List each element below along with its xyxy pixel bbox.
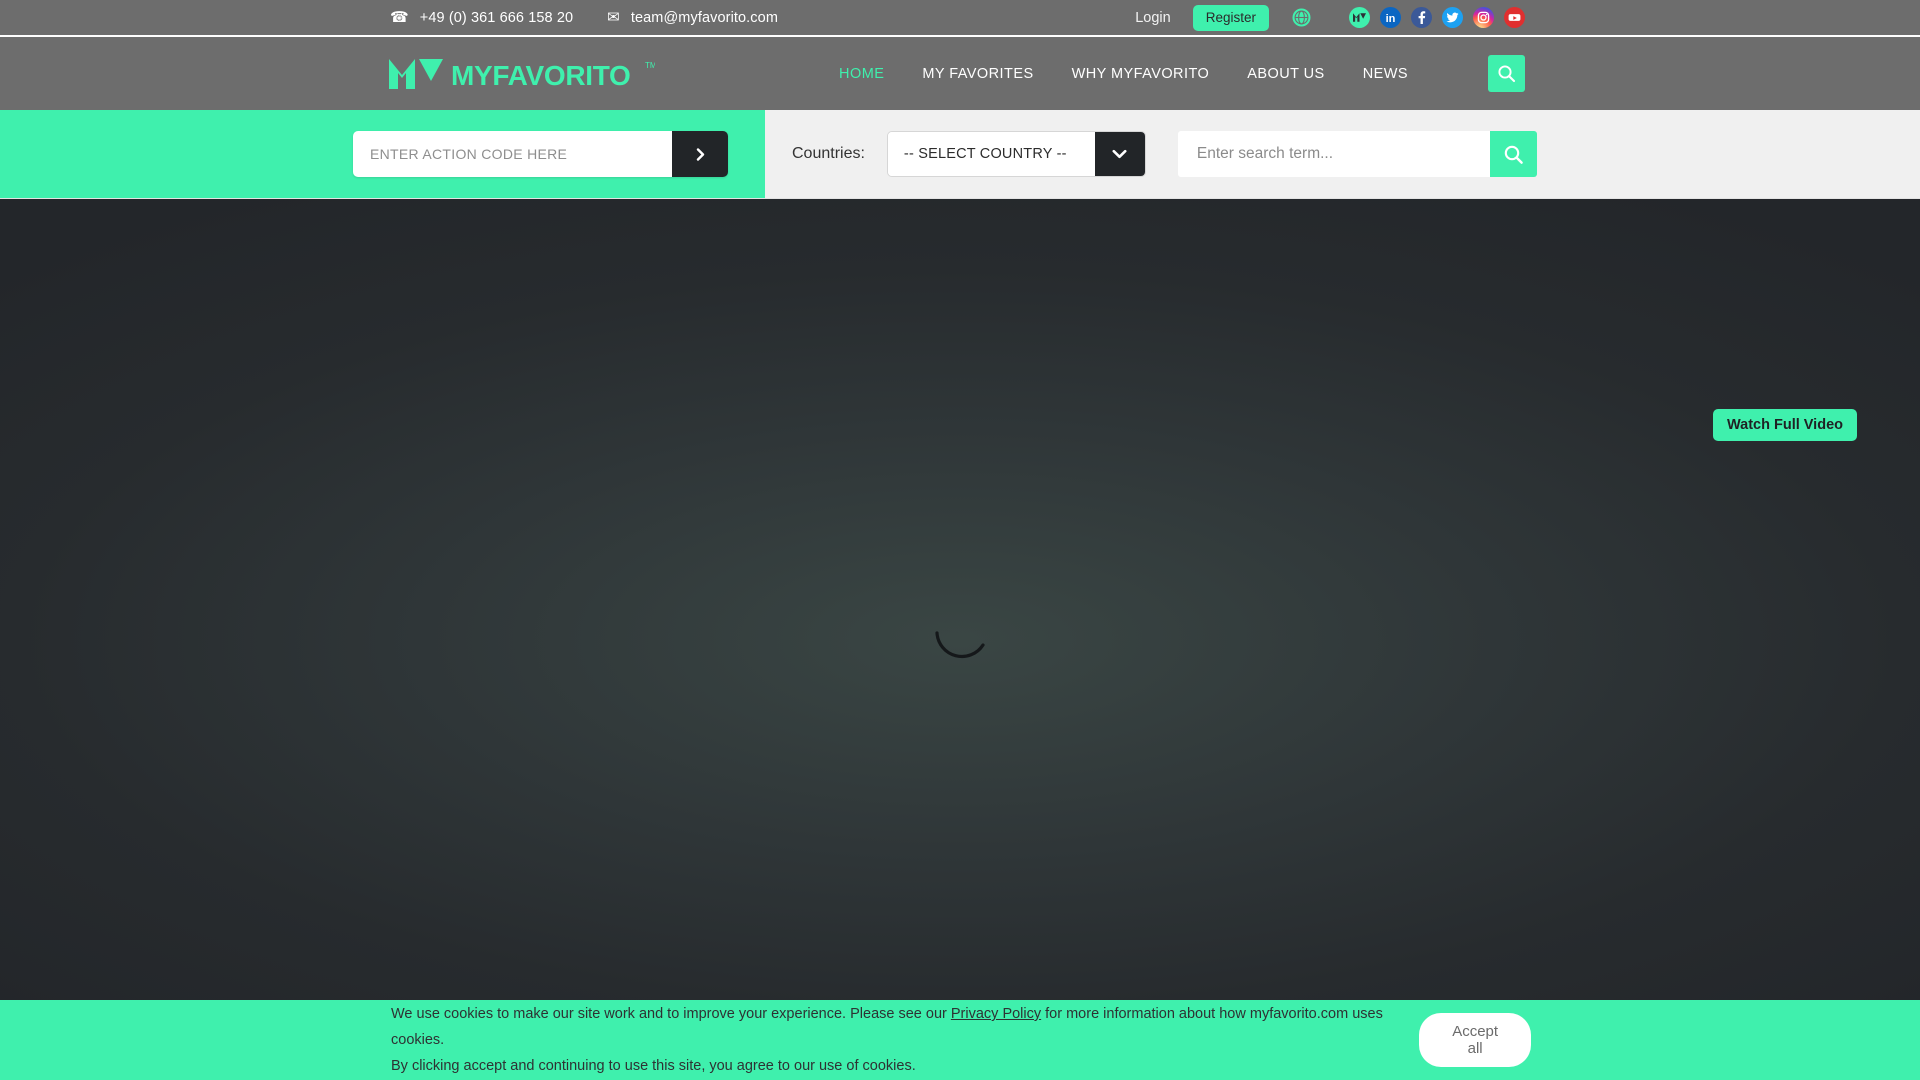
cookie-line1-before: We use cookies to make our site work and…: [391, 1006, 951, 1022]
telephone-icon: ☎: [390, 9, 409, 26]
svg-text:MYFAVORITO: MYFAVORITO: [451, 60, 631, 90]
nav-item-why-myfavorito[interactable]: WHY MYFAVORITO: [1053, 66, 1229, 82]
accept-all-button[interactable]: Accept all: [1419, 1013, 1531, 1067]
search-input[interactable]: [1177, 131, 1490, 177]
twitter-icon[interactable]: [1442, 7, 1463, 28]
register-button[interactable]: Register: [1192, 4, 1269, 31]
envelope-icon: ✉: [607, 9, 620, 26]
cookie-banner: We use cookies to make our site work and…: [0, 1000, 1920, 1080]
search-term-group: [1177, 131, 1537, 177]
search-strip: Countries: -- SELECT COUNTRY --: [0, 110, 1920, 199]
country-select[interactable]: -- SELECT COUNTRY --: [886, 131, 1146, 177]
email-contact[interactable]: ✉ team@myfavorito.com: [607, 10, 778, 26]
loading-spinner: [929, 609, 991, 671]
phone-contact[interactable]: ☎ +49 (0) 361 666 158 20: [390, 10, 573, 26]
main-header: MYFAVORITO TM HOME MY FAVORITES WHY MYFA…: [0, 37, 1920, 110]
site-logo[interactable]: MYFAVORITO TM: [389, 58, 655, 90]
chevron-right-icon: [696, 147, 704, 161]
cookie-line2: By clicking accept and continuing to use…: [391, 1058, 916, 1074]
email-address: team@myfavorito.com: [630, 9, 778, 26]
nav-item-my-favorites[interactable]: MY FAVORITES: [903, 66, 1052, 82]
header-search-button[interactable]: [1488, 55, 1525, 92]
login-link[interactable]: Login: [1135, 10, 1170, 26]
primary-nav: HOME MY FAVORITES WHY MYFAVORITO ABOUT U…: [820, 66, 1427, 82]
phone-number: +49 (0) 361 666 158 20: [419, 9, 574, 26]
facebook-icon[interactable]: [1411, 7, 1432, 28]
nav-item-news[interactable]: NEWS: [1344, 66, 1427, 82]
svg-text:TM: TM: [645, 61, 655, 70]
search-icon: [1504, 145, 1523, 164]
contact-group: ☎ +49 (0) 361 666 158 20 ✉ team@myfavori…: [390, 10, 778, 26]
svg-text:in: in: [1386, 13, 1396, 25]
cookie-message: We use cookies to make our site work and…: [391, 1001, 1419, 1079]
action-code-input[interactable]: [353, 131, 672, 177]
nav-item-about-us[interactable]: ABOUT US: [1228, 66, 1343, 82]
chevron-down-icon: [1112, 149, 1127, 159]
privacy-policy-link[interactable]: Privacy Policy: [951, 1006, 1041, 1022]
topbar-actions: Login Register in: [1135, 4, 1525, 31]
myfavorito-icon[interactable]: [1349, 7, 1370, 28]
social-links: in: [1291, 7, 1525, 28]
action-code-submit-button[interactable]: [672, 131, 728, 177]
instagram-icon[interactable]: [1473, 7, 1494, 28]
linkedin-icon[interactable]: in: [1380, 7, 1401, 28]
search-icon: [1498, 65, 1516, 83]
country-search-section: Countries: -- SELECT COUNTRY --: [765, 110, 1920, 198]
hero-video-area: Watch Full Video We use cookies to make …: [0, 199, 1920, 1080]
nav-item-home[interactable]: HOME: [820, 66, 903, 82]
search-submit-button[interactable]: [1489, 131, 1537, 177]
action-code-group: [353, 131, 728, 177]
countries-label: Countries:: [792, 145, 865, 162]
youtube-icon[interactable]: [1504, 7, 1525, 28]
country-select-arrow: [1094, 132, 1145, 176]
watch-full-video-button[interactable]: Watch Full Video: [1712, 409, 1857, 441]
globe-icon[interactable]: [1291, 7, 1312, 28]
country-select-value: -- SELECT COUNTRY --: [887, 132, 1095, 176]
action-code-section: [0, 110, 765, 198]
top-utility-bar: ☎ +49 (0) 361 666 158 20 ✉ team@myfavori…: [0, 0, 1920, 37]
